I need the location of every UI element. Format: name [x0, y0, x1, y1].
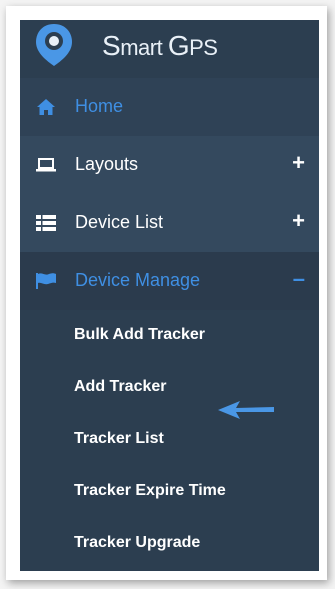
submenu-item-tracker-upgrade[interactable]: Tracker Upgrade — [20, 518, 319, 570]
expand-plus-icon[interactable]: + — [292, 150, 305, 176]
home-icon — [37, 99, 55, 115]
sidebar-item-label: Device Manage — [75, 270, 201, 290]
flag-icon — [36, 273, 56, 289]
sidebar-item-label: Home — [75, 96, 124, 116]
expand-plus-icon[interactable]: + — [292, 208, 305, 234]
submenu-item-label: Bulk Add Tracker — [74, 326, 206, 343]
logo-text-mart: mart — [120, 35, 168, 60]
list-icon — [36, 215, 56, 231]
logo[interactable]: Smart GPS — [20, 20, 319, 78]
submenu-item-tracker-expire-time[interactable]: Tracker Expire Time — [20, 466, 319, 518]
collapse-minus-icon[interactable]: – — [293, 266, 305, 292]
device-manage-submenu: Bulk Add Tracker Add Tracker Tracker Lis… — [20, 310, 319, 571]
sidebar-item-device-list[interactable]: Device List + — [20, 194, 319, 252]
laptop-icon — [36, 158, 56, 172]
submenu-item-label: Add Tracker — [74, 378, 167, 395]
submenu-item-tracker-list[interactable]: Tracker List — [20, 414, 319, 466]
submenu-item-label: Tracker Upgrade — [74, 534, 201, 551]
sidebar-item-layouts[interactable]: Layouts + — [20, 136, 319, 194]
submenu-item-label: Tracker List — [74, 430, 164, 447]
logo-text: Smart GPS — [102, 30, 218, 62]
submenu-item-bulk-add-tracker[interactable]: Bulk Add Tracker — [20, 310, 319, 362]
sidebar-item-label: Device List — [75, 212, 164, 232]
logo-text-ps: PS — [189, 35, 218, 60]
sidebar-item-home[interactable]: Home — [20, 78, 319, 136]
sidebar-item-device-manage[interactable]: Device Manage – — [20, 252, 319, 310]
annotation-arrow-icon — [218, 401, 274, 419]
sidebar-item-label: Layouts — [75, 154, 139, 174]
sidebar: Smart GPS Home Layouts + Device List + D… — [20, 20, 319, 571]
submenu-item-label: Tracker Expire Time — [74, 482, 226, 499]
logo-text-s: S — [102, 30, 121, 61]
map-pin-logo-icon — [36, 24, 72, 66]
logo-text-g: G — [167, 30, 190, 61]
